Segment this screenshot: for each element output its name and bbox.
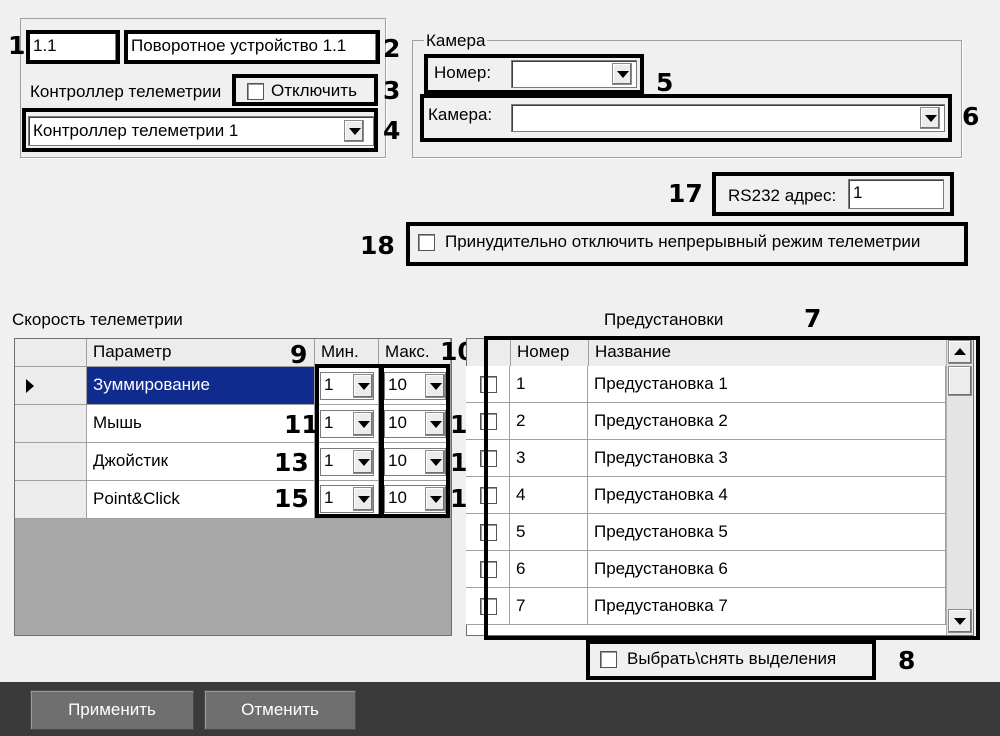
- callout-18: 18: [360, 231, 395, 260]
- presets-title: Предустановки: [604, 310, 724, 329]
- callout-13: 13: [274, 448, 309, 477]
- highlight-5: [424, 54, 644, 94]
- highlight-max-column: [380, 364, 450, 518]
- callout-7: 7: [804, 304, 822, 333]
- callout-2: 2: [383, 34, 401, 63]
- callout-17: 17: [668, 179, 703, 208]
- highlight-presets: [484, 336, 980, 640]
- callout-9: 9: [290, 340, 308, 369]
- row-pointer-icon: [26, 379, 34, 393]
- highlight-18: [406, 222, 968, 266]
- highlight-17: [712, 172, 954, 216]
- highlight-min-column: [315, 364, 383, 518]
- callout-4: 4: [383, 116, 401, 145]
- callout-1: 1: [8, 31, 26, 60]
- cancel-button[interactable]: Отменить: [204, 690, 356, 730]
- speed-title: Скорость телеметрии: [12, 310, 183, 329]
- callout-6: 6: [962, 102, 980, 131]
- speed-row-header[interactable]: [15, 443, 87, 481]
- apply-button[interactable]: Применить: [30, 690, 194, 730]
- speed-row-header[interactable]: [15, 367, 87, 405]
- camera-group-label: Камера: [424, 31, 488, 51]
- callout-3: 3: [383, 76, 401, 105]
- highlight-6: [420, 94, 952, 142]
- controller-label: Контроллер телеметрии: [30, 82, 222, 101]
- callout-8: 8: [898, 646, 916, 675]
- callout-5: 5: [656, 68, 674, 97]
- speed-row-header[interactable]: [15, 405, 87, 443]
- speed-header-corner: [15, 339, 87, 367]
- highlight-1: [26, 30, 120, 64]
- speed-row-name[interactable]: Мышь: [87, 405, 315, 443]
- speed-header-min[interactable]: Мин.: [315, 339, 379, 367]
- speed-header-param[interactable]: Параметр: [87, 339, 315, 367]
- speed-row-header[interactable]: [15, 481, 87, 519]
- highlight-3: [232, 74, 378, 106]
- highlight-4: [22, 108, 378, 152]
- highlight-2: [124, 30, 380, 64]
- callout-11: 11: [284, 410, 319, 439]
- highlight-8: [586, 640, 876, 680]
- callout-15: 15: [274, 484, 309, 513]
- speed-row-name[interactable]: Зуммирование: [87, 367, 315, 405]
